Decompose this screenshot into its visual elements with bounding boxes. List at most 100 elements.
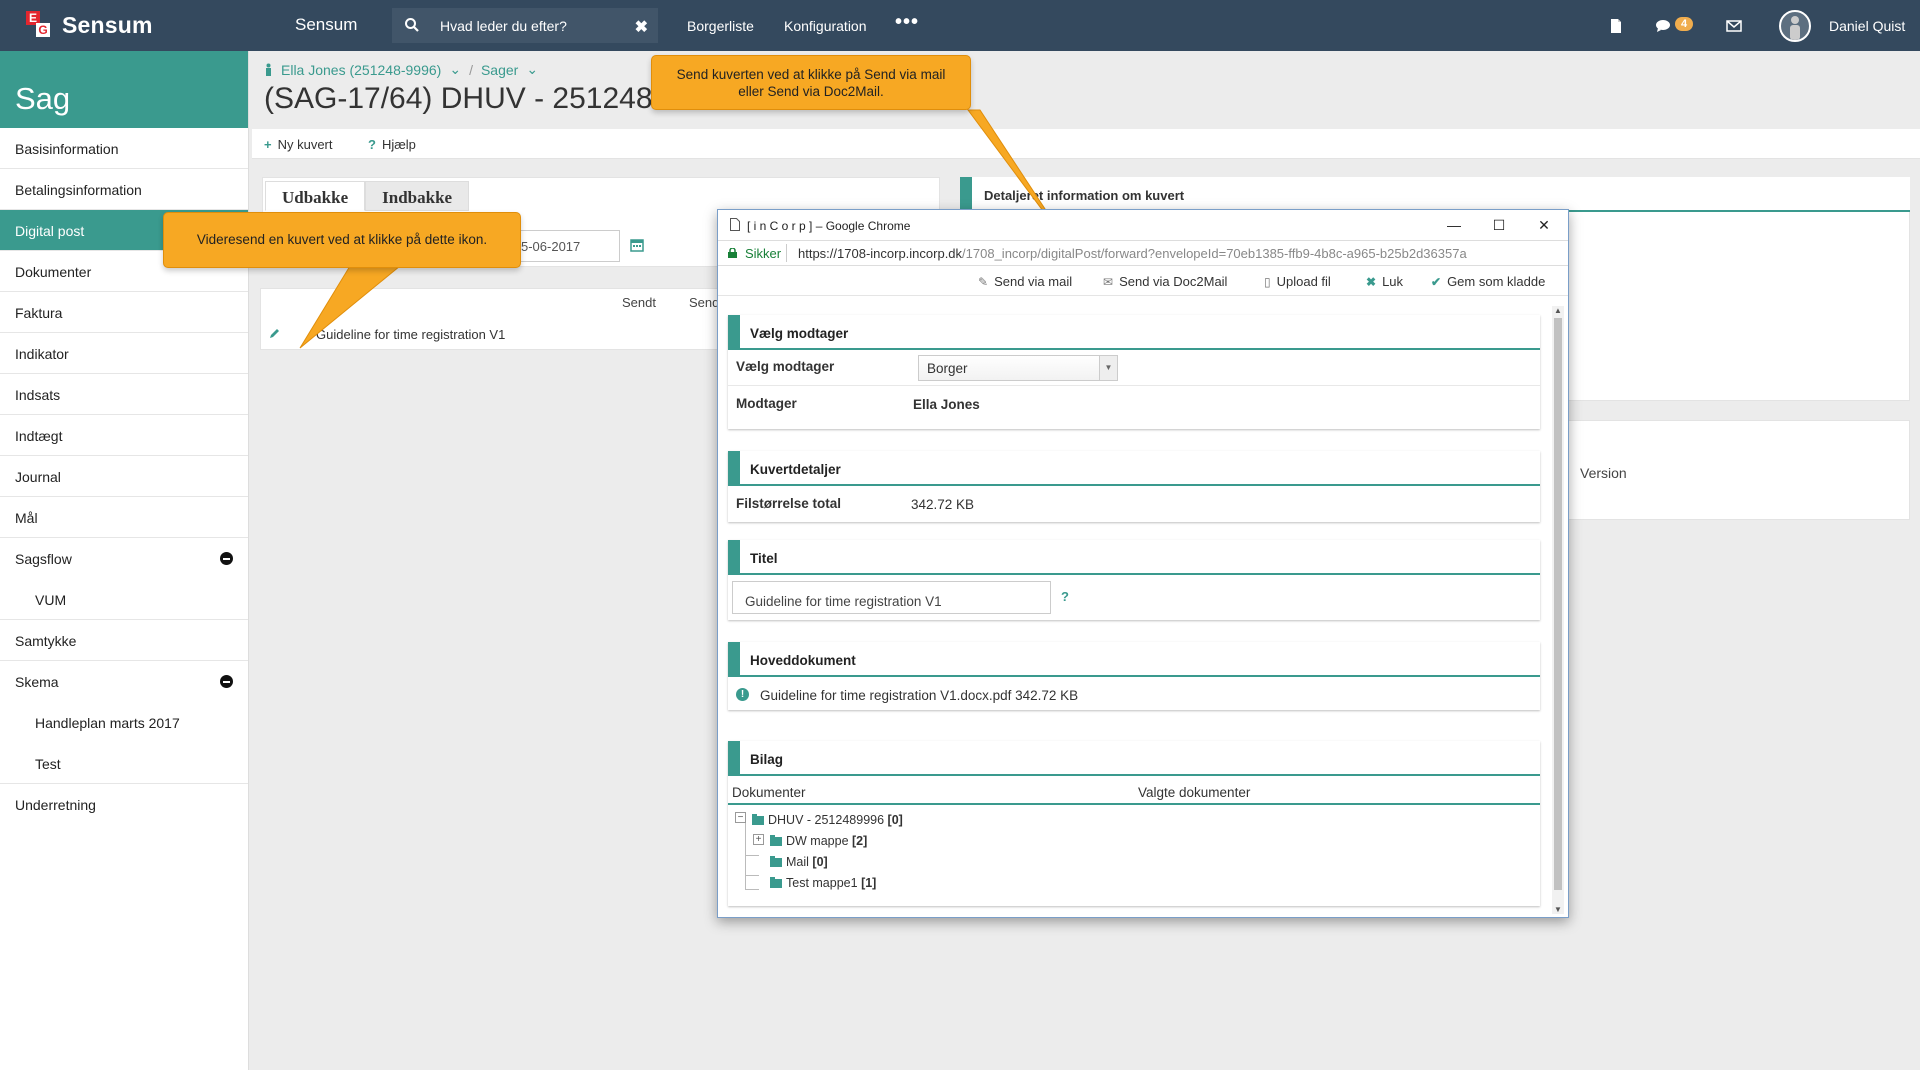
- new-envelope-button[interactable]: + Ny kuvert: [264, 137, 333, 152]
- chevron-down-icon[interactable]: ⌄: [449, 61, 461, 78]
- main-document-name[interactable]: Guideline for time registration V1.docx.…: [760, 688, 1078, 703]
- sidebar-item-indikator[interactable]: Indikator: [0, 333, 248, 374]
- chevron-down-icon[interactable]: ⌄: [526, 61, 538, 78]
- calendar-icon[interactable]: [630, 238, 644, 252]
- section-heading: Kuvertdetaljer: [728, 451, 1540, 486]
- section-heading: Bilag: [728, 741, 1540, 776]
- send-via-doc2mail-button[interactable]: ✉ Send via Doc2Mail: [1103, 274, 1227, 289]
- upload-file-button[interactable]: ▯ Upload fil: [1264, 274, 1331, 289]
- column-sendt[interactable]: Sendt: [622, 295, 656, 310]
- tab-udbakke[interactable]: Udbakke: [265, 181, 366, 211]
- sidebar-item-samtykke[interactable]: Samtykke: [0, 620, 248, 661]
- close-window-icon[interactable]: ✕: [1534, 215, 1554, 235]
- scroll-down-icon[interactable]: ▼: [1554, 905, 1562, 914]
- sidebar-item-test[interactable]: Test: [0, 743, 248, 784]
- paperclip-icon: ✎: [978, 275, 989, 289]
- recipient-select-row: Vælg modtager Borger ▼: [728, 350, 1540, 386]
- document-tree: − + DHUV - 2512489996 [0] DW mappe [2] M…: [728, 805, 1540, 905]
- recipient-value: Ella Jones: [913, 397, 980, 412]
- help-icon[interactable]: ?: [1061, 589, 1069, 604]
- sidebar-item-vum[interactable]: VUM: [0, 579, 248, 620]
- sidebar-item-indsats[interactable]: Indsats: [0, 374, 248, 415]
- sidebar-item-indtaegt[interactable]: Indtægt: [0, 415, 248, 456]
- column-version[interactable]: Version: [1580, 465, 1627, 481]
- tree-node-label: Mail: [786, 855, 809, 869]
- help-button[interactable]: ? Hjælp: [368, 137, 416, 152]
- detail-panel-heading: Detaljeret information om kuvert: [960, 177, 1910, 212]
- title-input[interactable]: [732, 581, 1051, 614]
- sidebar-item-label: Digital post: [15, 223, 85, 239]
- url[interactable]: https://1708-incorp.incorp.dk/1708_incor…: [798, 246, 1467, 261]
- nav-konfiguration[interactable]: Konfiguration: [784, 18, 867, 34]
- table-row[interactable]: Guideline for time registration V1: [316, 327, 505, 342]
- field-label: Modtager: [736, 396, 797, 411]
- scroll-up-icon[interactable]: ▲: [1554, 306, 1562, 315]
- logo[interactable]: EG Sensum: [24, 10, 153, 40]
- sidebar-item-betalingsinformation[interactable]: Betalingsinformation: [0, 169, 248, 210]
- sidebar-item-journal[interactable]: Journal: [0, 456, 248, 497]
- folder-icon: [752, 814, 764, 825]
- sidebar-item-basisinformation[interactable]: Basisinformation: [0, 128, 248, 169]
- column-send[interactable]: Send: [689, 295, 719, 310]
- collapse-icon[interactable]: [220, 552, 233, 565]
- save-draft-button[interactable]: ✔ Gem som kladde: [1431, 274, 1545, 289]
- scroll-thumb[interactable]: [1554, 318, 1562, 890]
- sidebar-item-label: Journal: [15, 469, 61, 485]
- sidebar-item-label: Indikator: [15, 346, 69, 362]
- tree-node-label: Test mappe1: [786, 876, 858, 890]
- collapse-tree-icon[interactable]: −: [735, 812, 746, 823]
- expand-tree-icon[interactable]: +: [753, 834, 764, 845]
- tree-node-label: DHUV - 2512489996: [768, 813, 885, 827]
- main-document-row: ! Guideline for time registration V1.doc…: [728, 677, 1540, 710]
- recipient-select[interactable]: Borger ▼: [918, 355, 1118, 381]
- tree-node-root[interactable]: DHUV - 2512489996 [0]: [752, 813, 903, 827]
- send-via-mail-button[interactable]: ✎ Send via mail: [978, 274, 1072, 289]
- clear-search-icon[interactable]: ✖: [635, 17, 648, 37]
- document-icon[interactable]: [1608, 18, 1624, 34]
- minimize-icon[interactable]: —: [1444, 215, 1464, 235]
- mailbox-tabs: Udbakke Indbakke: [265, 181, 470, 211]
- sidebar-item-handleplan[interactable]: Handleplan marts 2017: [0, 702, 248, 743]
- dropdown-arrow-icon[interactable]: ▼: [1099, 356, 1117, 380]
- sidebar-item-skema[interactable]: Skema: [0, 661, 248, 702]
- tree-node-count: [0]: [887, 813, 903, 827]
- chat-icon[interactable]: [1655, 18, 1671, 34]
- close-button[interactable]: ✖ Luk: [1366, 274, 1403, 289]
- address-bar[interactable]: Sikker https://1708-incorp.incorp.dk/170…: [718, 240, 1568, 266]
- sidebar-item-label: Indsats: [15, 387, 61, 403]
- search-icon[interactable]: [404, 17, 420, 33]
- user-name[interactable]: Daniel Quist: [1829, 18, 1905, 34]
- collapse-icon[interactable]: [220, 675, 233, 688]
- main-document-section: Hoveddokument ! Guideline for time regis…: [728, 642, 1540, 710]
- send-tooltip: Send kuverten ved at klikke på Send via …: [651, 55, 971, 110]
- date-field[interactable]: 5-06-2017: [510, 230, 620, 262]
- sidebar-item-faktura[interactable]: Faktura: [0, 292, 248, 333]
- more-menu-icon[interactable]: •••: [895, 11, 919, 34]
- tree-node-test-mappe1[interactable]: Test mappe1 [1]: [770, 876, 876, 890]
- folder-icon: [770, 877, 782, 888]
- nav-borgerliste[interactable]: Borgerliste: [687, 18, 754, 34]
- user-icon: [1790, 16, 1800, 40]
- forward-edit-icon[interactable]: [268, 327, 281, 340]
- tree-node-mail[interactable]: Mail [0]: [770, 855, 828, 869]
- tree-node-dw-mappe[interactable]: DW mappe [2]: [770, 834, 867, 848]
- breadcrumb-section[interactable]: Sager: [481, 62, 518, 78]
- sidebar-item-maal[interactable]: Mål: [0, 497, 248, 538]
- sidebar-item-label: Mål: [15, 510, 38, 526]
- tab-indbakke[interactable]: Indbakke: [365, 181, 470, 211]
- field-label: Vælg modtager: [736, 359, 835, 374]
- user-avatar[interactable]: [1779, 10, 1811, 42]
- sidebar-item-underretning[interactable]: Underretning: [0, 784, 248, 825]
- search-input[interactable]: [440, 8, 620, 43]
- popup-scrollbar[interactable]: ▲ ▼: [1552, 306, 1564, 914]
- maximize-icon[interactable]: ☐: [1489, 215, 1509, 235]
- app-name[interactable]: Sensum: [295, 15, 357, 35]
- tree-node-label: DW mappe: [786, 834, 849, 848]
- breadcrumb-person[interactable]: Ella Jones (251248-9996): [281, 62, 441, 78]
- button-label: Send via mail: [994, 274, 1073, 289]
- tree-node-count: [1]: [861, 876, 877, 890]
- sidebar-item-sagsflow[interactable]: Sagsflow: [0, 538, 248, 579]
- mail-icon[interactable]: [1726, 18, 1742, 34]
- tree-node-count: [0]: [812, 855, 828, 869]
- popup-title: [ i n C o r p ] – Google Chrome: [747, 219, 911, 233]
